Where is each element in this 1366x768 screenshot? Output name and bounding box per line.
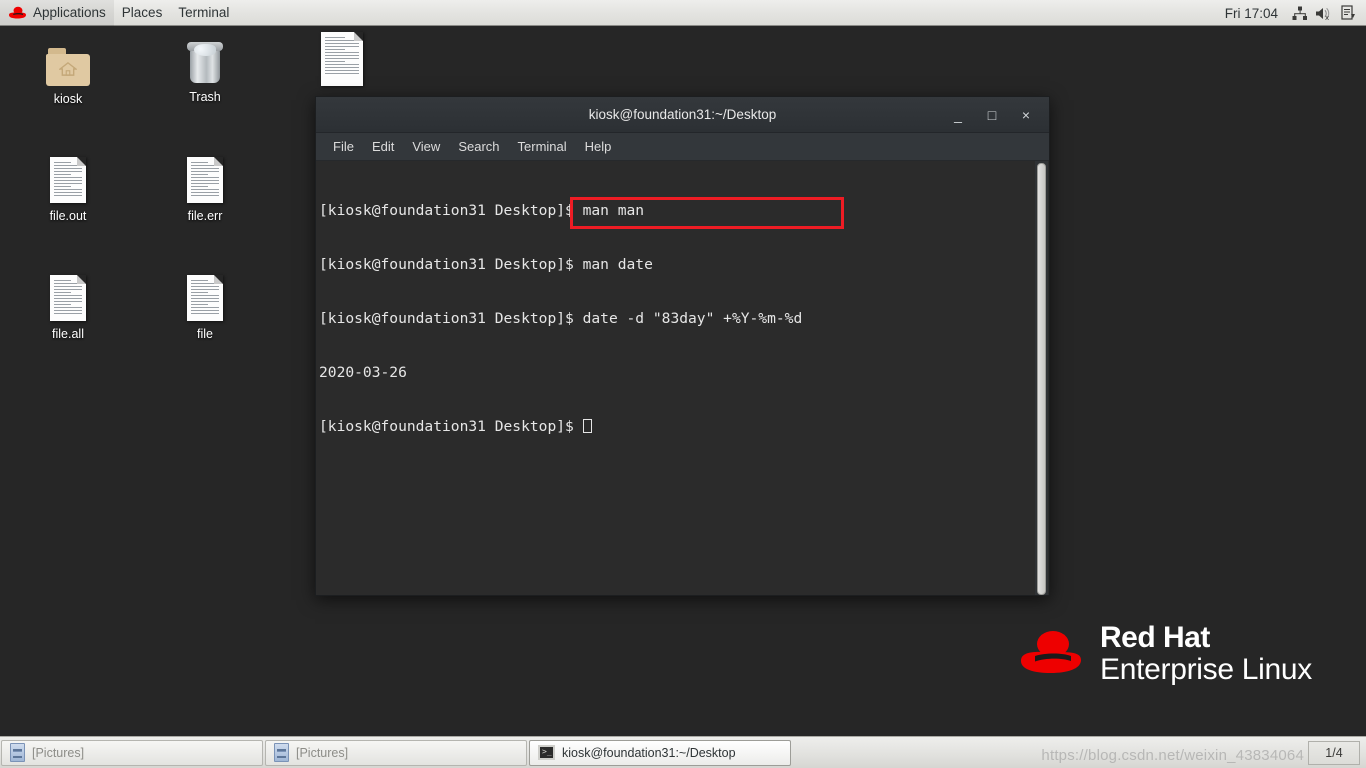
menu-file[interactable]: File — [324, 133, 363, 160]
terminal-line: 2020-03-26 — [319, 364, 407, 381]
menu-view[interactable]: View — [403, 133, 449, 160]
menu-search[interactable]: Search — [449, 133, 508, 160]
terminal-line: [kiosk@foundation31 Desktop]$ man man — [319, 202, 645, 219]
document-icon — [44, 273, 92, 321]
terminal-title: kiosk@foundation31:~/Desktop — [588, 107, 777, 122]
terminal-icon: >_ — [538, 745, 555, 760]
desktop-icon-kiosk[interactable]: kiosk — [22, 38, 114, 106]
terminal-window[interactable]: kiosk@foundation31:~/Desktop _ □ × File … — [315, 96, 1050, 596]
close-button[interactable]: × — [1009, 97, 1043, 132]
desktop-icon-file-out[interactable]: file.out — [22, 155, 114, 223]
applications-menu-label: Applications — [33, 5, 106, 20]
terminal-menubar: File Edit View Search Terminal Help — [316, 133, 1049, 161]
rhel-brand-text: Red Hat Enterprise Linux — [1100, 621, 1312, 687]
terminal-prompt-line: [kiosk@foundation31 Desktop]$ — [319, 418, 802, 436]
bottom-panel: [Pictures] [Pictures] >_ kiosk@foundatio… — [0, 736, 1366, 768]
software-update-icon[interactable] — [1336, 0, 1360, 26]
desktop-icon-file-err[interactable]: file.err — [159, 155, 251, 223]
top-panel-right-tray: Fri 17:04 x — [1215, 0, 1366, 26]
taskbar-item-terminal[interactable]: >_ kiosk@foundation31:~/Desktop — [529, 739, 791, 766]
desktop-icon-label: file.err — [187, 209, 223, 223]
desktop-icon-file-all[interactable]: file.all — [22, 273, 114, 341]
desktop-screen: Applications Places Terminal Fri 17:04 x… — [0, 0, 1366, 768]
document-icon — [318, 32, 366, 86]
document-icon — [44, 155, 92, 203]
window-controls: _ □ × — [941, 97, 1043, 132]
desktop-icon-file[interactable]: file — [159, 273, 251, 341]
terminal-line: [kiosk@foundation31 Desktop]$ man date — [319, 256, 653, 273]
desktop-icon-label: Trash — [189, 90, 221, 104]
workspace-switcher[interactable]: 1/4 — [1308, 740, 1360, 765]
redhat-fedora-icon — [9, 6, 26, 18]
brand-line-2: Enterprise Linux — [1100, 653, 1312, 687]
menu-edit[interactable]: Edit — [363, 133, 403, 160]
maximize-button[interactable]: □ — [975, 97, 1009, 132]
volume-muted-icon[interactable]: x — [1312, 0, 1336, 26]
places-menu[interactable]: Places — [114, 0, 171, 26]
taskbar-item-pictures-2[interactable]: [Pictures] — [265, 739, 527, 766]
home-glyph-icon — [59, 62, 77, 76]
clock[interactable]: Fri 17:04 — [1215, 6, 1288, 21]
taskbar-item-label: kiosk@foundation31:~/Desktop — [562, 745, 736, 760]
network-icon[interactable] — [1288, 0, 1312, 26]
terminal-scrollbar[interactable] — [1035, 161, 1048, 595]
desktop-icon-label: kiosk — [53, 92, 83, 106]
terminal-prompt: [kiosk@foundation31 Desktop]$ — [319, 418, 583, 435]
top-panel: Applications Places Terminal Fri 17:04 x — [0, 0, 1366, 26]
menu-help[interactable]: Help — [576, 133, 621, 160]
home-folder-icon — [44, 38, 92, 86]
rhel-branding: Red Hat Enterprise Linux — [1018, 621, 1312, 687]
desktop-icon-trash[interactable]: Trash — [159, 36, 251, 104]
watermark-text: https://blog.csdn.net/weixin_43834064 — [1041, 747, 1304, 764]
terminal-output-area[interactable]: [kiosk@foundation31 Desktop]$ man man [k… — [316, 161, 1049, 595]
document-icon — [181, 155, 229, 203]
document-icon — [181, 273, 229, 321]
svg-text:x: x — [1325, 14, 1329, 21]
brand-line-1: Red Hat — [1100, 621, 1210, 654]
desktop-icon-label: file.out — [49, 209, 87, 223]
terminal-cursor — [582, 419, 592, 433]
trash-icon — [181, 36, 229, 84]
desktop-icon-unlabeled[interactable] — [296, 32, 388, 92]
desktop-icon-label: file.all — [52, 327, 84, 341]
taskbar-item-label: [Pictures] — [296, 745, 349, 760]
minimize-button[interactable]: _ — [941, 97, 975, 132]
terminal-menu-label: Terminal — [178, 5, 230, 20]
applications-menu[interactable]: Applications — [0, 0, 114, 26]
file-manager-icon — [10, 743, 25, 762]
places-menu-label: Places — [121, 5, 163, 20]
menu-terminal[interactable]: Terminal — [509, 133, 576, 160]
redhat-fedora-logo-icon — [1021, 631, 1081, 674]
terminal-titlebar[interactable]: kiosk@foundation31:~/Desktop _ □ × — [316, 97, 1049, 133]
taskbar-item-label: [Pictures] — [32, 745, 85, 760]
file-manager-icon — [274, 743, 289, 762]
terminal-scrollbar-thumb[interactable] — [1037, 163, 1046, 595]
terminal-text: [kiosk@foundation31 Desktop]$ man man [k… — [319, 166, 802, 472]
terminal-menu[interactable]: Terminal — [170, 0, 237, 26]
taskbar-item-pictures-1[interactable]: [Pictures] — [1, 739, 263, 766]
terminal-line: [kiosk@foundation31 Desktop]$ date -d "8… — [319, 310, 803, 327]
desktop-icon-label: file — [197, 327, 213, 341]
